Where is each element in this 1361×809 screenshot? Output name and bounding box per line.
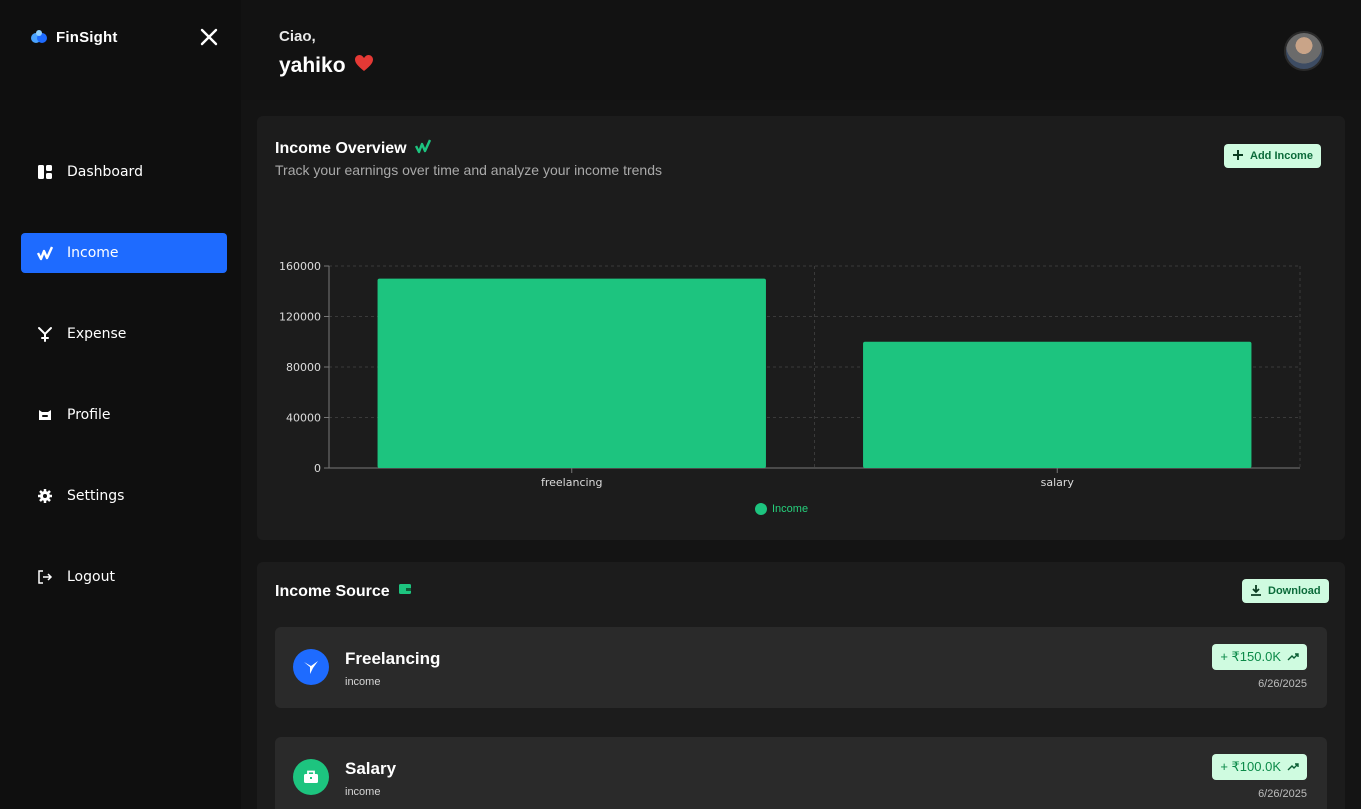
trend-up-icon [1287, 760, 1299, 775]
sidebar-item-profile[interactable]: Profile [21, 395, 227, 435]
trend-up-icon [1287, 650, 1299, 665]
app-logo[interactable]: FinSight [30, 28, 118, 46]
wallet-icon [398, 582, 412, 601]
y-tick-label: 0 [314, 462, 321, 475]
app-name: FinSight [56, 28, 118, 46]
greeting: Ciao, [279, 28, 316, 45]
income-icon [37, 245, 53, 261]
sidebar-item-dashboard[interactable]: Dashboard [21, 152, 227, 192]
top-header: Ciao, yahiko [241, 0, 1361, 100]
income-amount: + ₹100.0K [1220, 759, 1281, 774]
download-icon [1250, 584, 1262, 599]
briefcase-icon [293, 759, 329, 795]
list-item[interactable]: Freelancing income + ₹150.0K 6/26/2025 [275, 627, 1327, 708]
sidebar-item-label: Profile [67, 407, 111, 423]
sidebar-item-label: Logout [67, 569, 115, 585]
sidebar-item-income[interactable]: Income [21, 233, 227, 273]
chart-legend[interactable]: Income [755, 503, 808, 515]
sidebar-item-expense[interactable]: Expense [21, 314, 227, 354]
y-tick-label: 80000 [286, 361, 321, 374]
bar-freelancing [377, 278, 766, 468]
income-source-card: Income Source Download Freelancing incom… [257, 562, 1345, 809]
expense-icon [37, 326, 53, 342]
bar-salary [863, 341, 1252, 468]
logout-icon [37, 569, 53, 585]
income-source-title: Income Source [275, 582, 412, 601]
x-tick-label: freelancing [541, 476, 603, 489]
username: yahiko [279, 54, 346, 77]
x-tick-label: salary [1041, 476, 1075, 489]
logo-icon [30, 28, 48, 46]
income-date: 6/26/2025 [1258, 788, 1307, 800]
sidebar-item-logout[interactable]: Logout [21, 557, 227, 597]
username-row: yahiko [279, 54, 374, 78]
download-label: Download [1268, 585, 1321, 597]
avatar[interactable] [1284, 31, 1324, 71]
y-tick-label: 40000 [286, 412, 321, 425]
income-source-name: Freelancing [345, 649, 441, 668]
income-amount: + ₹150.0K [1220, 649, 1281, 664]
income-source-kind: income [345, 786, 381, 798]
sidebar-nav: Dashboard Income Expense Profile Setting… [21, 152, 227, 638]
income-source-heading: Income Source [275, 582, 390, 600]
profile-icon [37, 407, 53, 423]
income-date: 6/26/2025 [1258, 678, 1307, 690]
sidebar: FinSight Dashboard Income Expense Profil… [0, 0, 241, 809]
income-amount-badge: + ₹100.0K [1212, 754, 1307, 780]
sidebar-item-label: Dashboard [67, 164, 143, 180]
income-bar-chart: 0 40000 80000 120000 160000 freelancing salary [279, 260, 1301, 489]
dashboard-icon [37, 164, 53, 180]
y-tick-label: 120000 [279, 311, 321, 324]
income-source-kind: income [345, 676, 381, 688]
sidebar-item-label: Income [67, 245, 119, 261]
gear-icon [37, 488, 53, 504]
income-source-name: Salary [345, 759, 397, 778]
hummingbird-icon [293, 649, 329, 685]
sidebar-item-label: Expense [67, 326, 127, 342]
heart-icon [354, 54, 374, 78]
close-icon [200, 28, 218, 46]
income-amount-badge: + ₹150.0K [1212, 644, 1307, 670]
legend-swatch [755, 503, 767, 515]
income-overview-card: Income Overview Track your earnings over… [257, 116, 1345, 540]
list-item[interactable]: Salary income + ₹100.0K 6/26/2025 [275, 737, 1327, 809]
y-tick-label: 160000 [279, 260, 321, 273]
sidebar-item-settings[interactable]: Settings [21, 476, 227, 516]
close-sidebar-button[interactable] [196, 24, 222, 50]
download-button[interactable]: Download [1242, 579, 1329, 603]
legend-label: Income [772, 503, 809, 515]
sidebar-item-label: Settings [67, 488, 125, 504]
